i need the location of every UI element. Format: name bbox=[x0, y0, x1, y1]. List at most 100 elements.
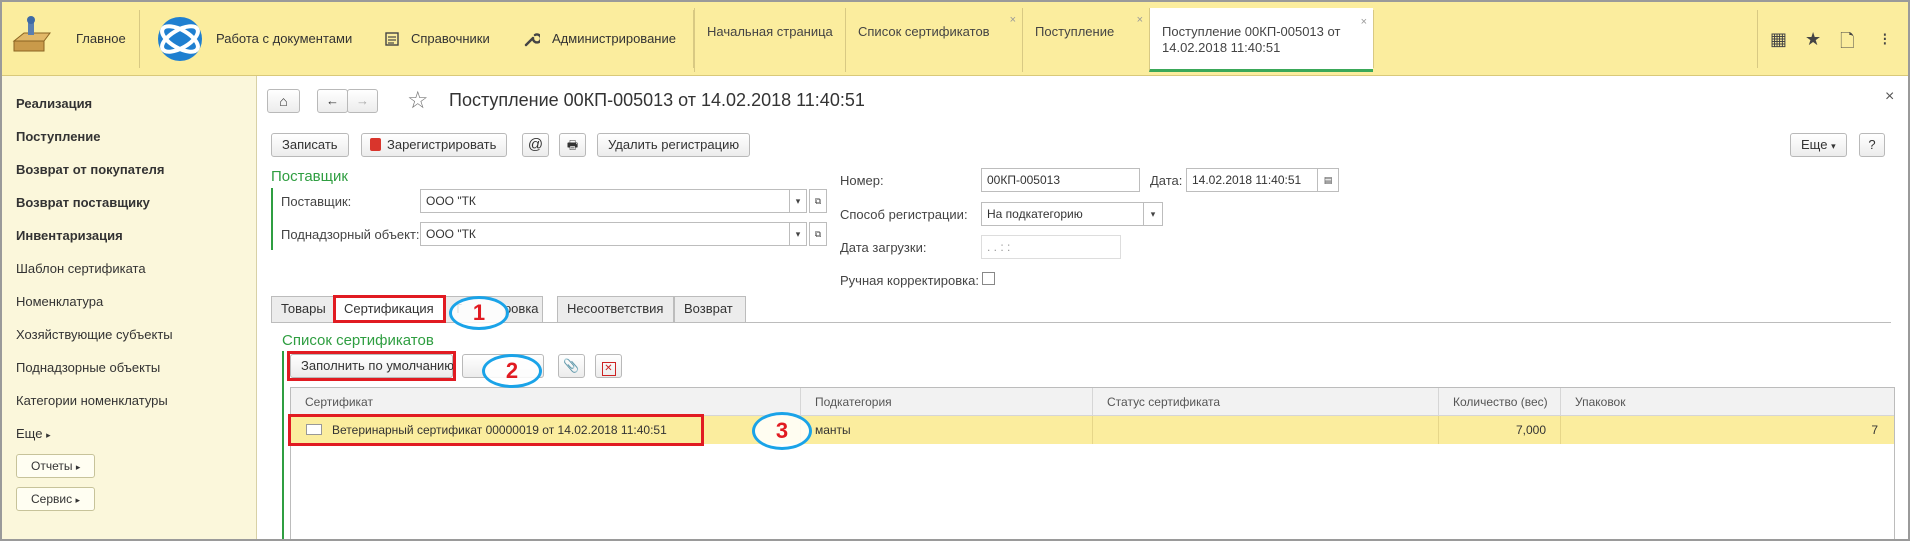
tab-return[interactable]: Возврат bbox=[674, 296, 746, 322]
number-label: Номер: bbox=[840, 173, 884, 188]
sidebar-more[interactable]: Еще ▸ bbox=[16, 426, 51, 441]
close-icon[interactable]: × bbox=[1361, 14, 1367, 30]
manual-correction-label: Ручная корректировка: bbox=[840, 273, 979, 288]
nav-administration-label: Администрирование bbox=[552, 31, 676, 46]
divider bbox=[1757, 10, 1758, 68]
history-icon[interactable]: 🗋 bbox=[1840, 29, 1854, 59]
dropdown-icon[interactable]: ▾ bbox=[789, 189, 807, 213]
cell-packages[interactable]: 7 bbox=[1561, 416, 1894, 444]
annotation-step: 2 bbox=[482, 354, 542, 388]
number-field[interactable]: 00КП-005013 bbox=[981, 168, 1140, 192]
annotation-step: 1 bbox=[449, 296, 509, 330]
sidebar-item-nomenclature-categories[interactable]: Категории номенклатуры bbox=[16, 393, 168, 408]
reference-books-icon bbox=[385, 31, 399, 46]
attach-button[interactable]: 📎 bbox=[558, 354, 585, 378]
nav-home[interactable]: Главное bbox=[76, 2, 126, 75]
column-header-subcategory[interactable]: Подкатегория bbox=[801, 388, 1093, 416]
delete-button[interactable]: ✕ bbox=[595, 354, 622, 378]
more-button[interactable]: Еще ▾ bbox=[1790, 133, 1847, 157]
favorites-star-icon[interactable]: ★ bbox=[1805, 29, 1821, 50]
annotation-step: 3 bbox=[752, 412, 812, 450]
sidebar-item-nomenclature[interactable]: Номенклатура bbox=[16, 294, 103, 309]
reg-method-select[interactable]: На подкатегорию bbox=[981, 202, 1144, 226]
house-icon: ⌂ bbox=[279, 93, 288, 109]
cell-quantity[interactable]: 7,000 bbox=[1439, 416, 1561, 444]
reports-button[interactable]: Отчеты ▸ bbox=[16, 454, 96, 478]
nav-documents-label: Работа с документами bbox=[216, 31, 353, 46]
calendar-icon[interactable]: ▤ bbox=[1317, 168, 1339, 192]
tab-certificates-list[interactable]: Список сертификатов × bbox=[845, 8, 1022, 72]
object-field[interactable]: ООО "ТК bbox=[420, 222, 790, 246]
group-accent-line bbox=[282, 351, 284, 539]
chevron-down-icon[interactable]: ▾ bbox=[1143, 202, 1163, 226]
register-icon bbox=[370, 138, 381, 151]
load-date-field[interactable]: . . : : bbox=[981, 235, 1121, 259]
close-form-icon[interactable]: × bbox=[1885, 88, 1894, 106]
tab-receipt-document-label: Поступление 00КП-005013 от 14.02.2018 11… bbox=[1162, 24, 1341, 55]
open-icon[interactable]: ⧉ bbox=[809, 222, 827, 246]
tab-start-page-label: Начальная страница bbox=[707, 24, 833, 39]
forward-button[interactable]: → bbox=[347, 89, 378, 113]
nav-reference-books-label: Справочники bbox=[411, 31, 490, 46]
supplier-field[interactable]: ООО "ТК bbox=[420, 189, 790, 213]
reg-method-label: Способ регистрации: bbox=[840, 207, 968, 222]
supplier-group-title: Поставщик bbox=[271, 168, 348, 185]
main-menu-icon[interactable]: ⁝ bbox=[1882, 29, 1888, 50]
close-icon[interactable]: × bbox=[1010, 14, 1016, 26]
cell-subcategory[interactable]: манты bbox=[801, 416, 1093, 444]
save-button[interactable]: Записать bbox=[271, 133, 349, 157]
tab-start-page[interactable]: Начальная страница bbox=[694, 8, 845, 72]
tab-nonconformities[interactable]: Несоответствия bbox=[557, 296, 674, 322]
tab-receipt-document[interactable]: Поступление 00КП-005013 от 14.02.2018 11… bbox=[1149, 8, 1373, 72]
cell-status[interactable] bbox=[1093, 416, 1439, 444]
arrow-left-icon: ← bbox=[326, 93, 339, 108]
triangle-right-icon: ▸ bbox=[46, 430, 51, 440]
highlight-box bbox=[333, 295, 446, 323]
column-header-quantity[interactable]: Количество (вес) bbox=[1439, 388, 1561, 416]
register-button[interactable]: Зарегистрировать bbox=[361, 133, 508, 157]
tab-marking-label-end: ровка bbox=[503, 301, 539, 316]
app-window: Главное Работа с документами Справочники bbox=[0, 0, 1910, 541]
sidebar-item-certificate-template[interactable]: Шаблон сертификата bbox=[16, 261, 146, 276]
email-button[interactable]: @ bbox=[522, 133, 549, 157]
tab-goods[interactable]: Товары bbox=[271, 296, 334, 322]
sidebar-item-sales[interactable]: Реализация bbox=[16, 96, 92, 111]
sidebar-item-customer-return[interactable]: Возврат от покупателя bbox=[16, 162, 164, 177]
date-label: Дата: bbox=[1150, 173, 1183, 188]
page-title: Поступление 00КП-005013 от 14.02.2018 11… bbox=[449, 90, 865, 110]
manual-correction-checkbox[interactable] bbox=[982, 272, 995, 285]
triangle-right-icon: ▸ bbox=[75, 462, 81, 472]
certificates-table[interactable]: Сертификат Подкатегория Статус сертифика… bbox=[290, 387, 1895, 539]
help-button[interactable]: ? bbox=[1859, 133, 1885, 157]
object-label: Поднадзорный объект: bbox=[281, 227, 420, 242]
sidebar-item-supervised-objects[interactable]: Поднадзорные объекты bbox=[16, 360, 160, 375]
column-header-packages[interactable]: Упаковок bbox=[1561, 388, 1894, 416]
highlight-box bbox=[287, 351, 456, 381]
date-field[interactable]: 14.02.2018 11:40:51 bbox=[1186, 168, 1318, 192]
print-button[interactable]: 🖶 bbox=[559, 133, 586, 157]
sidebar-item-supplier-return[interactable]: Возврат поставщику bbox=[16, 195, 150, 210]
open-icon[interactable]: ⧉ bbox=[809, 189, 827, 213]
back-button[interactable]: ← bbox=[317, 89, 348, 113]
delete-icon: ✕ bbox=[601, 362, 616, 376]
column-header-certificate[interactable]: Сертификат bbox=[291, 388, 801, 416]
sidebar-item-receipt[interactable]: Поступление bbox=[16, 129, 101, 144]
nav-documents[interactable]: Работа с документами bbox=[154, 2, 352, 75]
favorite-star-icon[interactable]: ☆ bbox=[407, 86, 429, 115]
nav-administration[interactable]: Администрирование bbox=[524, 2, 676, 75]
tab-receipt[interactable]: Поступление × bbox=[1022, 8, 1149, 72]
supplier-label: Поставщик: bbox=[281, 194, 352, 209]
triangle-right-icon: ▸ bbox=[75, 495, 80, 505]
nav-reference-books[interactable]: Справочники bbox=[385, 2, 490, 75]
nav-home-label: Главное bbox=[76, 31, 126, 46]
home-icon[interactable] bbox=[10, 15, 54, 59]
sidebar-item-business-entities[interactable]: Хозяйствующие субъекты bbox=[16, 327, 173, 342]
close-icon[interactable]: × bbox=[1137, 14, 1143, 26]
apps-grid-icon[interactable]: ▦ bbox=[1770, 29, 1787, 50]
column-header-status[interactable]: Статус сертификата bbox=[1093, 388, 1439, 416]
dropdown-icon[interactable]: ▾ bbox=[789, 222, 807, 246]
sidebar-item-inventory[interactable]: Инвентаризация bbox=[16, 228, 123, 243]
service-button[interactable]: Сервис ▸ bbox=[16, 487, 95, 511]
home-button[interactable]: ⌂ bbox=[267, 89, 300, 113]
unregister-button[interactable]: Удалить регистрацию bbox=[597, 133, 751, 157]
